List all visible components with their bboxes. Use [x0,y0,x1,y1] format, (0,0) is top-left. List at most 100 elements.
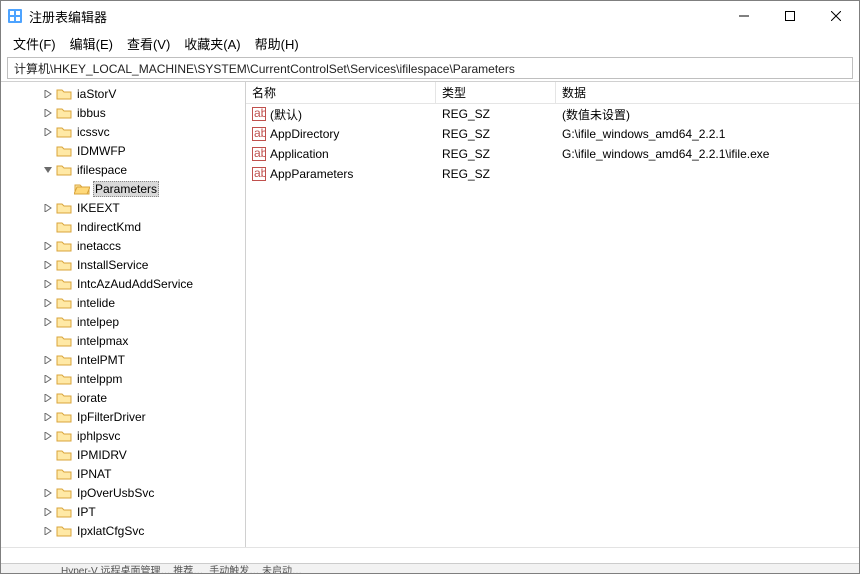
chevron-right-icon[interactable] [41,277,55,291]
folder-icon [74,182,90,196]
list-row[interactable]: abApplicationREG_SZG:\ifile_windows_amd6… [246,144,859,164]
menu-help[interactable]: 帮助(H) [255,34,299,53]
menu-file[interactable]: 文件(F) [13,34,56,53]
tree-item-label: inetaccs [75,238,123,254]
tree-item[interactable]: iorate [5,388,245,407]
tree-item[interactable]: intelpep [5,312,245,331]
address-bar[interactable]: 计算机\HKEY_LOCAL_MACHINE\SYSTEM\CurrentCon… [7,57,853,79]
chevron-right-icon[interactable] [41,524,55,538]
folder-icon [56,429,72,443]
minimize-button[interactable] [721,1,767,31]
folder-icon [56,258,72,272]
menu-edit[interactable]: 编辑(E) [70,34,113,53]
chevron-right-icon[interactable] [41,106,55,120]
list-row[interactable]: abAppDirectoryREG_SZG:\ifile_windows_amd… [246,124,859,144]
taskbar-item: 手动触发… 未启动… [209,563,302,573]
folder-icon [56,505,72,519]
chevron-right-icon[interactable] [41,125,55,139]
tree-item-label: IPT [75,504,98,520]
chevron-right-icon[interactable] [41,87,55,101]
tree-item[interactable]: IPNAT [5,464,245,483]
string-value-icon: ab [252,167,266,181]
chevron-right-icon[interactable] [41,505,55,519]
column-header-data[interactable]: 数据 [556,82,859,103]
column-header-name[interactable]: 名称 [246,82,436,103]
string-value-icon: ab [252,147,266,161]
chevron-right-icon[interactable] [41,296,55,310]
tree-item-label: iorate [75,390,109,406]
folder-icon [56,486,72,500]
chevron-right-icon[interactable] [41,372,55,386]
menu-bar: 文件(F) 编辑(E) 查看(V) 收藏夹(A) 帮助(H) [1,31,859,55]
tree-item[interactable]: ifilespace [5,160,245,179]
tree-item[interactable]: IntelPMT [5,350,245,369]
value-type: REG_SZ [436,127,556,141]
value-data: G:\ifile_windows_amd64_2.2.1 [556,127,859,141]
tree-item[interactable]: IPMIDRV [5,445,245,464]
list-row[interactable]: ab(默认)REG_SZ(数值未设置) [246,104,859,124]
value-type: REG_SZ [436,167,556,181]
tree-item[interactable]: IPT [5,502,245,521]
value-name: (默认) [270,106,302,123]
tree-item[interactable]: IpOverUsbSvc [5,483,245,502]
tree-item[interactable]: InstallService [5,255,245,274]
list-pane: 名称 类型 数据 ab(默认)REG_SZ(数值未设置)abAppDirecto… [246,82,859,547]
tree-item[interactable]: intelpmax [5,331,245,350]
chevron-right-icon[interactable] [41,239,55,253]
close-button[interactable] [813,1,859,31]
status-bar [1,547,859,563]
tree-item-label: ifilespace [75,162,129,178]
tree-item[interactable]: IpFilterDriver [5,407,245,426]
folder-icon [56,144,72,158]
tree-item-label: IKEEXT [75,200,122,216]
chevron-right-icon[interactable] [41,353,55,367]
tree-item-label: IDMWFP [75,143,128,159]
tree-item-label: IPNAT [75,466,113,482]
tree-item[interactable]: intelide [5,293,245,312]
tree-item[interactable]: IKEEXT [5,198,245,217]
tree-item[interactable]: iphlpsvc [5,426,245,445]
value-name: Application [270,147,329,161]
tree-item-label: IndirectKmd [75,219,143,235]
tree-item[interactable]: Parameters [5,179,245,198]
tree-item[interactable]: intelppm [5,369,245,388]
chevron-right-icon[interactable] [41,429,55,443]
menu-favorites[interactable]: 收藏夹(A) [184,34,240,53]
folder-icon [56,277,72,291]
tree-item-label: icssvc [75,124,112,140]
expander-placeholder [41,334,55,348]
folder-icon [56,315,72,329]
maximize-button[interactable] [767,1,813,31]
tree-item[interactable]: IDMWFP [5,141,245,160]
window-title: 注册表编辑器 [29,7,107,26]
title-bar: 注册表编辑器 [1,1,859,31]
tree-item[interactable]: iaStorV [5,84,245,103]
chevron-right-icon[interactable] [41,486,55,500]
chevron-right-icon[interactable] [41,315,55,329]
tree-item-label: IpFilterDriver [75,409,148,425]
list-row[interactable]: ab AppParameters REG_SZ [246,164,859,184]
folder-icon [56,220,72,234]
list-body[interactable]: ab(默认)REG_SZ(数值未设置)abAppDirectoryREG_SZG… [246,104,859,547]
expander-placeholder [41,144,55,158]
column-header-type[interactable]: 类型 [436,82,556,103]
value-name: AppParameters [270,167,353,181]
chevron-down-icon[interactable] [41,163,55,177]
chevron-right-icon[interactable] [41,258,55,272]
tree-item[interactable]: IndirectKmd [5,217,245,236]
folder-icon [56,448,72,462]
tree-item[interactable]: icssvc [5,122,245,141]
taskbar-fragment: Hyper-V 远程桌面管理… 推荐… 手动触发… 未启动… [1,563,859,573]
tree-item[interactable]: IpxlatCfgSvc [5,521,245,540]
tree-pane[interactable]: iaStorVibbus icssvc IDMWFP ifilespaceParame… [1,82,246,547]
tree-item[interactable]: ibbus [5,103,245,122]
chevron-right-icon[interactable] [41,391,55,405]
expander-placeholder [41,467,55,481]
chevron-right-icon[interactable] [41,410,55,424]
folder-icon [56,334,72,348]
tree-item[interactable]: IntcAzAudAddService [5,274,245,293]
menu-view[interactable]: 查看(V) [127,34,170,53]
tree-item[interactable]: inetaccs [5,236,245,255]
chevron-right-icon[interactable] [41,201,55,215]
folder-icon [56,391,72,405]
